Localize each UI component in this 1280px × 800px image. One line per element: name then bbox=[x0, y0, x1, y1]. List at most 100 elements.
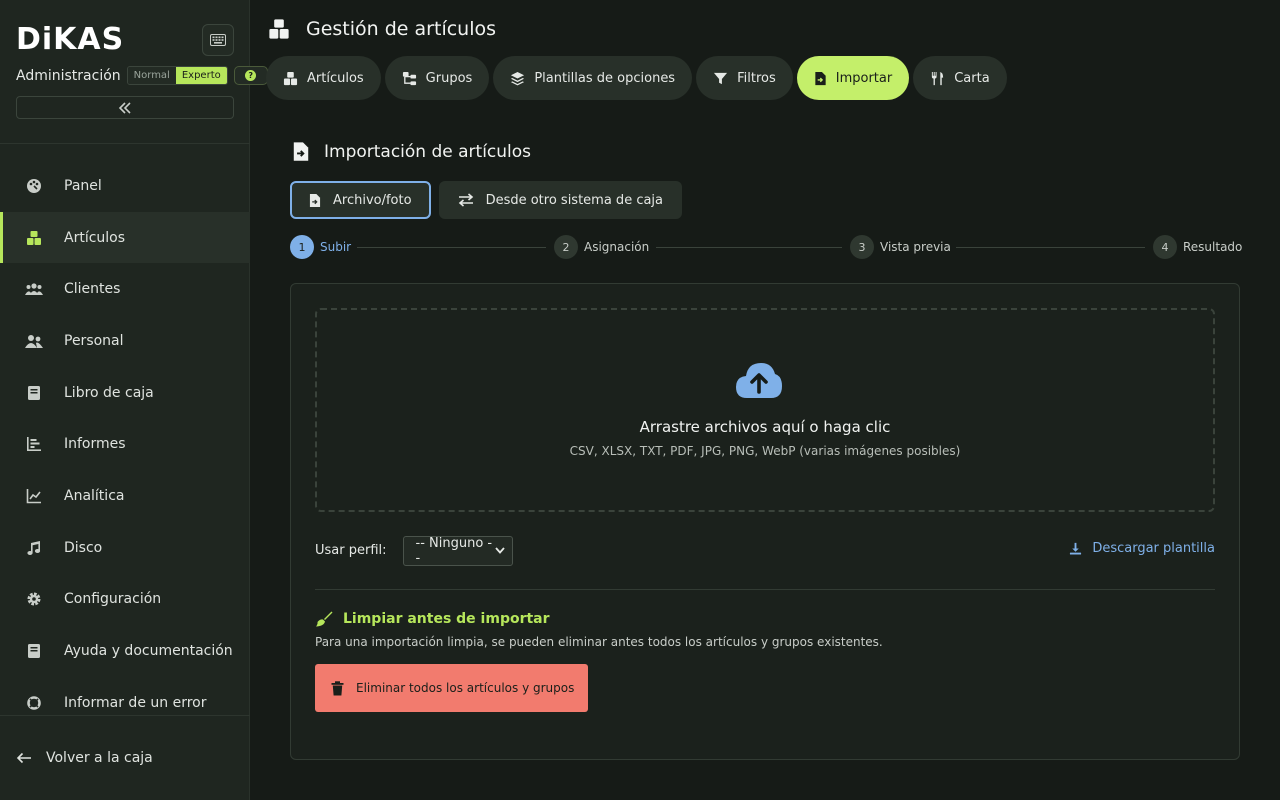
import-title-text: Importación de artículos bbox=[324, 141, 532, 162]
subtab-archivo-foto[interactable]: Archivo/foto bbox=[290, 181, 431, 219]
step-asignacion: 2 Asignación bbox=[554, 235, 649, 259]
page-title: Gestión de artículos bbox=[268, 18, 496, 40]
book-icon bbox=[24, 641, 44, 661]
admin-row: Administración Normal Experto ? bbox=[16, 66, 268, 85]
dropzone-title: Arrastre archivos aquí o haga clic bbox=[639, 418, 891, 436]
keyboard-button[interactable] bbox=[202, 24, 234, 56]
boxes-icon bbox=[24, 228, 44, 248]
sidebar-item-label: Personal bbox=[64, 332, 124, 349]
mode-expert-option[interactable]: Experto bbox=[175, 67, 227, 84]
page-title-text: Gestión de artículos bbox=[306, 18, 497, 40]
layers-icon bbox=[510, 71, 525, 86]
step-vista-previa: 3 Vista previa bbox=[850, 235, 951, 259]
sidebar-item-clientes[interactable]: Clientes bbox=[0, 263, 250, 315]
boxes-icon bbox=[268, 18, 290, 40]
boxes-icon bbox=[283, 71, 298, 86]
sidebar-item-disco[interactable]: Disco bbox=[0, 522, 250, 574]
admin-label: Administración bbox=[16, 67, 121, 84]
utensils-icon bbox=[930, 71, 945, 86]
step-subir: 1 Subir bbox=[290, 235, 351, 259]
file-import-icon bbox=[292, 141, 310, 162]
panel-divider bbox=[315, 589, 1215, 590]
sidebar-item-label: Analítica bbox=[64, 487, 125, 504]
tab-label: Filtros bbox=[737, 70, 776, 86]
keyboard-icon bbox=[210, 34, 226, 46]
profile-selected-value: -- Ninguno -- bbox=[415, 535, 493, 566]
tab-label: Importar bbox=[835, 70, 893, 86]
sidebar-divider bbox=[0, 143, 250, 144]
music-icon bbox=[24, 538, 44, 558]
tab-label: Artículos bbox=[307, 70, 364, 86]
mode-toggle[interactable]: Normal Experto bbox=[126, 66, 228, 85]
profile-label: Usar perfil: bbox=[315, 543, 387, 558]
subtab-otro-sistema[interactable]: Desde otro sistema de caja bbox=[438, 181, 683, 219]
tab-label: Grupos bbox=[425, 70, 473, 86]
sidebar-item-label: Ayuda y documentación bbox=[64, 643, 233, 660]
step-label: Subir bbox=[320, 240, 352, 254]
folder-tree-icon bbox=[402, 71, 417, 86]
clean-description: Para una importación limpia, se pueden e… bbox=[315, 635, 883, 649]
tab-importar[interactable]: Importar bbox=[796, 56, 910, 100]
brand-logo[interactable]: DiKAS bbox=[16, 22, 124, 57]
sidebar-item-label: Clientes bbox=[64, 281, 121, 298]
sidebar-nav: Panel Artículos Clientes Personal Libro … bbox=[0, 160, 250, 729]
collapse-sidebar-button[interactable] bbox=[16, 96, 234, 119]
line-chart-icon bbox=[24, 486, 44, 506]
sidebar-item-articulos[interactable]: Artículos bbox=[0, 211, 250, 264]
import-stepper: 1 Subir 2 Asignación 3 Vista previa 4 Re… bbox=[290, 235, 1243, 259]
step-number: 2 bbox=[554, 235, 578, 259]
sidebar-item-label: Panel bbox=[64, 177, 102, 194]
bar-chart-icon bbox=[24, 434, 44, 454]
arrows-exchange-icon bbox=[458, 193, 474, 207]
tab-plantillas[interactable]: Plantillas de opciones bbox=[493, 56, 693, 100]
tab-label: Carta bbox=[954, 70, 990, 86]
main-content: Gestión de artículos Artículos Grupos Pl… bbox=[250, 0, 1280, 800]
tab-filtros[interactable]: Filtros bbox=[696, 56, 793, 100]
profile-row: Usar perfil: -- Ninguno -- Descargar pla… bbox=[315, 535, 1215, 566]
subtab-label: Desde otro sistema de caja bbox=[485, 192, 664, 208]
palette-icon bbox=[24, 176, 44, 196]
step-number: 1 bbox=[290, 235, 314, 259]
sidebar-item-configuracion[interactable]: Configuración bbox=[0, 574, 250, 626]
tab-grupos[interactable]: Grupos bbox=[384, 56, 490, 100]
sidebar-item-ayuda[interactable]: Ayuda y documentación bbox=[0, 625, 250, 677]
tab-articulos[interactable]: Artículos bbox=[266, 56, 381, 100]
file-import-icon bbox=[309, 193, 321, 208]
sidebar-item-label: Informes bbox=[64, 436, 126, 453]
import-section-title: Importación de artículos bbox=[292, 141, 531, 162]
file-import-icon bbox=[814, 71, 827, 86]
step-connector bbox=[357, 246, 546, 248]
import-panel: Arrastre archivos aquí o haga clic CSV, … bbox=[290, 283, 1240, 760]
chevrons-left-icon bbox=[118, 101, 131, 114]
profile-select[interactable]: -- Ninguno -- bbox=[402, 535, 513, 566]
delete-all-label: Eliminar todos los artículos y grupos bbox=[356, 681, 575, 695]
sidebar-item-informes[interactable]: Informes bbox=[0, 418, 250, 470]
chevron-down-icon bbox=[494, 547, 505, 554]
sidebar-item-label: Disco bbox=[64, 539, 103, 556]
back-label: Volver a la caja bbox=[46, 750, 153, 766]
sidebar-item-personal[interactable]: Personal bbox=[0, 315, 250, 367]
lifebuoy-icon bbox=[24, 693, 44, 713]
sidebar-item-panel[interactable]: Panel bbox=[0, 160, 250, 212]
dropzone-formats: CSV, XLSX, TXT, PDF, JPG, PNG, WebP (var… bbox=[569, 444, 961, 458]
file-dropzone[interactable]: Arrastre archivos aquí o haga clic CSV, … bbox=[315, 308, 1215, 512]
trash-icon bbox=[331, 680, 344, 696]
sidebar-item-label: Libro de caja bbox=[64, 384, 154, 401]
step-label: Vista previa bbox=[880, 240, 951, 254]
step-label: Resultado bbox=[1183, 240, 1243, 254]
sidebar-item-informar-error[interactable]: Informar de un error bbox=[0, 677, 250, 729]
download-template-link[interactable]: Descargar plantilla bbox=[1069, 541, 1215, 556]
step-connector bbox=[956, 246, 1145, 248]
tab-carta[interactable]: Carta bbox=[913, 56, 1007, 100]
filter-icon bbox=[713, 71, 728, 86]
delete-all-button[interactable]: Eliminar todos los artículos y grupos bbox=[315, 664, 589, 712]
sidebar-item-analitica[interactable]: Analítica bbox=[0, 470, 250, 522]
sidebar-item-label: Configuración bbox=[64, 591, 162, 608]
sidebar-item-libro-de-caja[interactable]: Libro de caja bbox=[0, 367, 250, 419]
book-icon bbox=[24, 383, 44, 403]
download-icon bbox=[1069, 542, 1082, 555]
step-number: 4 bbox=[1153, 235, 1177, 259]
back-to-register-link[interactable]: Volver a la caja bbox=[16, 750, 153, 766]
mode-normal-option[interactable]: Normal bbox=[127, 67, 176, 84]
step-label: Asignación bbox=[584, 240, 650, 254]
